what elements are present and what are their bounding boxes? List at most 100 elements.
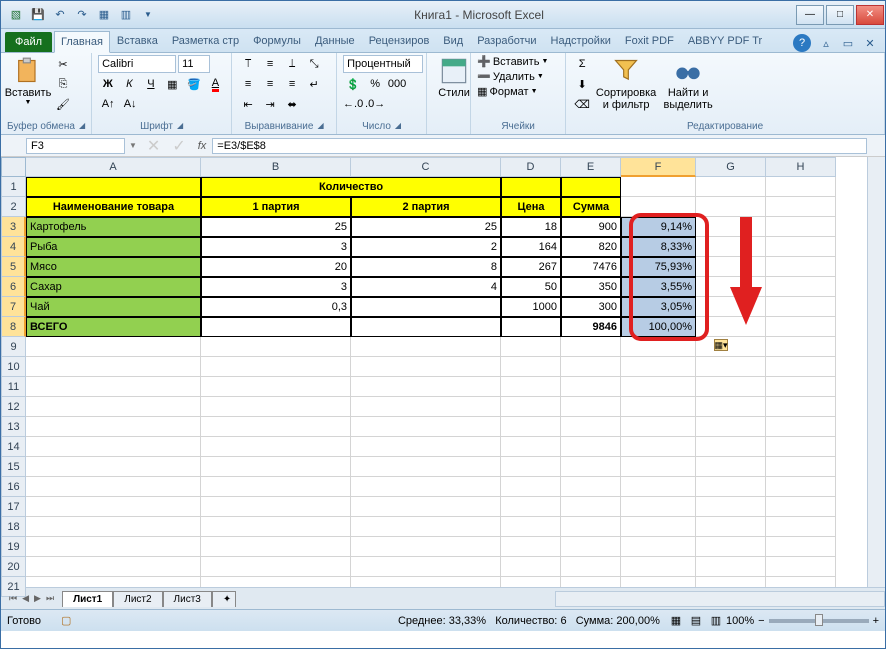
cell[interactable] (561, 577, 621, 587)
cell[interactable] (621, 477, 696, 497)
font-name-combo[interactable] (98, 55, 176, 73)
cell[interactable] (201, 397, 351, 417)
cell[interactable] (501, 417, 561, 437)
row-header[interactable]: 7 (1, 297, 26, 317)
view-layout-icon[interactable]: ▤ (686, 612, 706, 630)
cell[interactable]: 2 (351, 237, 501, 257)
close-button[interactable]: ✕ (856, 5, 884, 25)
cell[interactable] (26, 397, 201, 417)
cell[interactable] (201, 457, 351, 477)
cell[interactable] (351, 417, 501, 437)
cell[interactable] (201, 377, 351, 397)
cell[interactable] (501, 337, 561, 357)
row-header[interactable]: 10 (1, 357, 26, 377)
cell[interactable] (766, 337, 836, 357)
cell[interactable]: 9,14% (621, 217, 696, 237)
cell[interactable]: ВСЕГО (26, 317, 201, 337)
row-header[interactable]: 8 (1, 317, 26, 337)
cell[interactable] (351, 377, 501, 397)
cell[interactable]: 18 (501, 217, 561, 237)
row-header[interactable]: 2 (1, 197, 26, 217)
cell[interactable] (26, 477, 201, 497)
row-header[interactable]: 18 (1, 517, 26, 537)
help-icon[interactable]: ? (793, 34, 811, 52)
number-format-combo[interactable] (343, 55, 423, 73)
cell[interactable] (696, 317, 766, 337)
row-header[interactable]: 14 (1, 437, 26, 457)
cell[interactable] (351, 317, 501, 337)
sheet-tab-2[interactable]: Лист2 (113, 591, 162, 607)
cell[interactable]: Чай (26, 297, 201, 317)
maximize-button[interactable]: □ (826, 5, 854, 25)
cell[interactable] (26, 577, 201, 587)
dialog-launcher-icon[interactable]: ◢ (79, 121, 85, 132)
sheet-nav-last-icon[interactable]: ⏭ (44, 591, 56, 606)
cell[interactable] (201, 517, 351, 537)
cell[interactable] (501, 517, 561, 537)
cell[interactable] (351, 577, 501, 587)
cell[interactable] (696, 397, 766, 417)
cell[interactable] (201, 477, 351, 497)
find-select-button[interactable]: Найти и выделить (660, 55, 716, 120)
cell[interactable] (201, 557, 351, 577)
qat-dropdown-icon[interactable]: ▼ (139, 6, 157, 24)
cell[interactable]: 7476 (561, 257, 621, 277)
column-header[interactable]: A (26, 157, 201, 177)
select-all-button[interactable] (1, 157, 26, 177)
align-left-button[interactable]: ≡ (238, 75, 258, 93)
row-header[interactable]: 1 (1, 177, 26, 197)
cell[interactable] (26, 537, 201, 557)
cell[interactable] (766, 537, 836, 557)
cell[interactable] (621, 517, 696, 537)
cell[interactable] (501, 477, 561, 497)
tab-formulas[interactable]: Формулы (246, 30, 308, 52)
cell[interactable]: 2 партия (351, 197, 501, 217)
cell[interactable] (696, 197, 766, 217)
row-header[interactable]: 5 (1, 257, 26, 277)
cell[interactable] (501, 357, 561, 377)
sheet-nav-first-icon[interactable]: ⏮ (7, 591, 19, 606)
border-button[interactable]: ▦ (163, 75, 183, 93)
cell[interactable] (26, 377, 201, 397)
new-sheet-button[interactable]: ✦ (212, 591, 236, 607)
tab-review[interactable]: Рецензиров (362, 30, 437, 52)
cell[interactable]: 50 (501, 277, 561, 297)
cell[interactable] (766, 197, 836, 217)
delete-cells-button[interactable]: ➖Удалить ▼ (477, 70, 544, 83)
row-header[interactable]: 6 (1, 277, 26, 297)
cell[interactable] (766, 497, 836, 517)
column-header[interactable]: B (201, 157, 351, 177)
ribbon-options-icon[interactable]: ▭ (839, 34, 857, 52)
cell[interactable] (766, 377, 836, 397)
cell[interactable] (501, 577, 561, 587)
cell[interactable] (696, 277, 766, 297)
cell[interactable] (26, 357, 201, 377)
cell[interactable] (696, 557, 766, 577)
cell[interactable]: 8 (351, 257, 501, 277)
cell[interactable] (26, 457, 201, 477)
row-header[interactable]: 3 (1, 217, 26, 237)
cell[interactable] (351, 397, 501, 417)
cell[interactable] (201, 497, 351, 517)
merge-button[interactable]: ⬌ (282, 95, 302, 113)
cell[interactable]: 25 (351, 217, 501, 237)
cancel-formula-icon[interactable]: ✕ (141, 136, 166, 156)
cell[interactable] (561, 177, 621, 197)
column-header[interactable]: C (351, 157, 501, 177)
cut-icon[interactable]: ✂ (53, 55, 73, 73)
cell[interactable] (621, 537, 696, 557)
align-middle-button[interactable]: ≡ (260, 55, 280, 73)
cell[interactable] (766, 397, 836, 417)
tab-view[interactable]: Вид (436, 30, 470, 52)
cell[interactable] (696, 377, 766, 397)
cell[interactable]: 900 (561, 217, 621, 237)
minimize-button[interactable]: — (796, 5, 824, 25)
cell[interactable]: 300 (561, 297, 621, 317)
cell[interactable] (351, 297, 501, 317)
row-header[interactable]: 4 (1, 237, 26, 257)
cell[interactable] (621, 437, 696, 457)
cell[interactable]: Количество (201, 177, 501, 197)
cell[interactable] (696, 257, 766, 277)
wrap-text-button[interactable]: ↵ (304, 75, 324, 93)
percent-format-button[interactable]: % (365, 75, 385, 93)
